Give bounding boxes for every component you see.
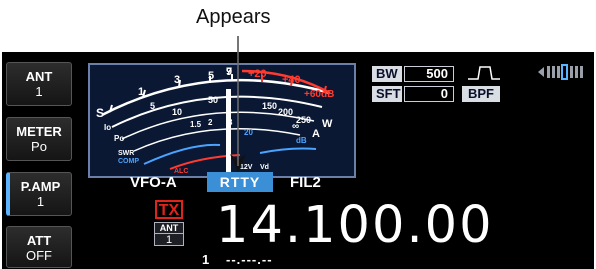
- filter-label: FIL2: [290, 174, 321, 191]
- callout-line: [237, 36, 239, 52]
- extra-unit: A: [312, 128, 320, 140]
- pamp-button-value: 1: [36, 194, 45, 209]
- radio-display: ANT 1 METER Po P.AMP 1 ATT OFF S 1 3 5 7…: [2, 52, 594, 269]
- po-unit: W: [322, 118, 333, 130]
- swr-tick-2: 2: [208, 118, 213, 127]
- s-scale-prefix: S: [96, 106, 104, 120]
- s-tick-5: 5: [208, 70, 214, 82]
- vfo-label: VFO-A: [130, 174, 177, 191]
- att-button-value: OFF: [26, 248, 52, 263]
- db-scale-arc: [259, 147, 317, 154]
- att-button[interactable]: ATT OFF: [6, 226, 72, 268]
- bw-label: BW: [372, 66, 402, 82]
- label-id: Io: [104, 123, 111, 132]
- label-12v: 12V: [240, 164, 253, 171]
- label-comp: COMP: [118, 158, 139, 165]
- mode-badge[interactable]: RTTY: [207, 172, 273, 192]
- att-button-title: ATT: [26, 233, 52, 248]
- label-swr: SWR: [118, 150, 134, 157]
- swr-tick-1-5: 1.5: [190, 120, 202, 129]
- callout: Appears: [0, 0, 596, 52]
- ant-button-title: ANT: [25, 69, 53, 84]
- sft-value[interactable]: 0: [404, 86, 454, 102]
- multi-meter: S 1 3 5 7 9 +20 +40 +60dB Io Po SWR COMP…: [88, 63, 356, 178]
- label-po: Po: [114, 134, 124, 143]
- ant-indicator-value: 1: [165, 234, 173, 246]
- extra-tick-20: 20: [244, 128, 253, 137]
- filter-shape-icon: [468, 66, 500, 80]
- tx-indicator: TX: [155, 200, 183, 219]
- comp-scale-arc: [143, 143, 221, 165]
- swr-tick-inf: ∞: [292, 121, 299, 132]
- meter-button-title: METER: [16, 124, 62, 139]
- meter-button-value: Po: [31, 139, 47, 154]
- meter-needle: [226, 89, 231, 173]
- db-label: dB: [296, 136, 307, 145]
- po-tick-5: 5: [150, 101, 155, 111]
- ant-button-value: 1: [35, 84, 43, 99]
- po-tick-50: 50: [208, 95, 218, 105]
- ant-indicator-label: ANT: [155, 223, 183, 234]
- po-tick-200: 200: [278, 107, 293, 117]
- pamp-button[interactable]: P.AMP 1: [6, 172, 72, 216]
- pamp-button-title: P.AMP: [20, 179, 61, 194]
- bw-value[interactable]: 500: [404, 66, 454, 82]
- ant-indicator: ANT 1: [154, 222, 184, 246]
- tuning-indicator-icon: [538, 64, 584, 80]
- s-tick-3: 3: [174, 74, 180, 86]
- s-over-40: +40: [282, 74, 301, 86]
- extra-scale-arc: [133, 128, 301, 152]
- bpf-badge[interactable]: BPF: [462, 86, 500, 102]
- meter-button[interactable]: METER Po: [6, 117, 72, 161]
- ant-button[interactable]: ANT 1: [6, 62, 72, 106]
- label-vd: Vd: [260, 164, 269, 171]
- sub-frequency: --.---.--: [226, 252, 273, 267]
- s-over-20: +20: [248, 68, 267, 80]
- sft-label: SFT: [372, 86, 402, 102]
- main-frequency[interactable]: 14.100.00: [216, 198, 494, 254]
- sub-freq-label: 1: [202, 252, 210, 267]
- s-tick-1: 1: [138, 86, 144, 98]
- s-tick-9: 9: [226, 66, 232, 78]
- s-over-60: +60dB: [304, 89, 334, 100]
- po-tick-10: 10: [172, 107, 182, 117]
- po-tick-150: 150: [262, 101, 277, 111]
- meter-scales: S 1 3 5 7 9 +20 +40 +60dB Io Po SWR COMP…: [96, 66, 334, 175]
